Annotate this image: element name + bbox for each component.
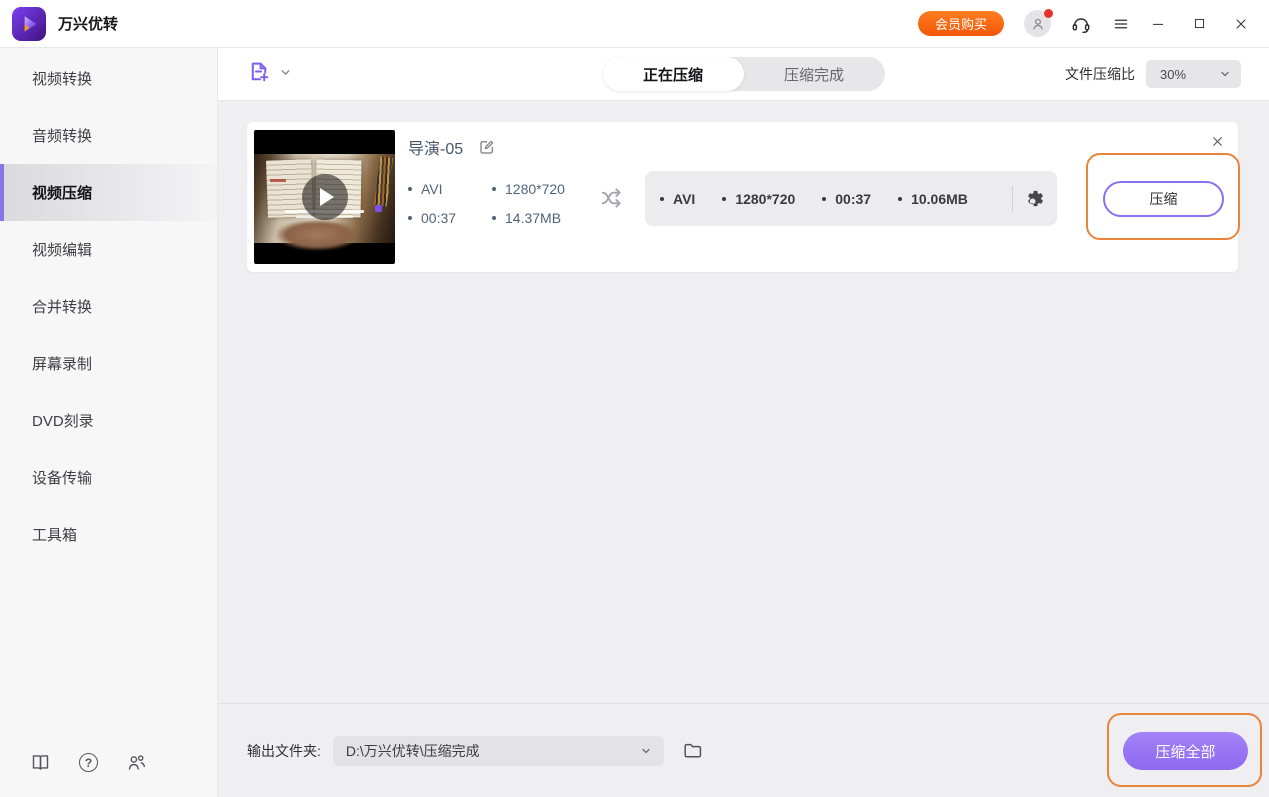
target-duration: 00:37 xyxy=(822,191,871,207)
target-format: AVI xyxy=(660,191,695,207)
source-size: 14.37MB xyxy=(492,203,565,232)
add-file-icon xyxy=(246,60,271,88)
compression-ratio-group: 文件压缩比 30% xyxy=(1065,60,1241,88)
maximize-button[interactable] xyxy=(1192,16,1207,31)
rename-edit-icon[interactable] xyxy=(478,138,496,156)
sidebar-footer: ? xyxy=(30,752,147,773)
target-resolution: 1280*720 xyxy=(722,191,795,207)
status-tabs: 正在压缩 压缩完成 xyxy=(602,57,885,91)
output-folder-path: D:\万兴优转\压缩完成 xyxy=(345,742,480,759)
source-resolution: 1280*720 xyxy=(492,174,565,203)
compress-button[interactable]: 压缩 xyxy=(1103,181,1224,217)
task-card: 导演-05 AVI 1280*720 00:37 14.37MB AVI 128… xyxy=(247,122,1240,272)
close-button[interactable] xyxy=(1233,16,1249,32)
source-duration: 00:37 xyxy=(408,203,492,232)
titlebar-actions: 会员购买 xyxy=(917,9,1253,37)
sidebar-item-video-edit[interactable]: 视频编辑 xyxy=(0,221,217,278)
minimize-button[interactable] xyxy=(1150,16,1166,32)
compression-ratio-label: 文件压缩比 xyxy=(1065,66,1135,82)
compression-ratio-select[interactable]: 30% xyxy=(1146,60,1241,88)
chevron-down-icon xyxy=(1219,68,1231,80)
target-size: 10.06MB xyxy=(898,191,968,207)
play-icon[interactable] xyxy=(301,174,348,220)
support-headset-icon[interactable] xyxy=(1070,13,1092,35)
toolbar: 正在压缩 压缩完成 文件压缩比 30% xyxy=(218,48,1269,101)
task-title: 导演-05 xyxy=(408,141,464,158)
community-icon[interactable] xyxy=(126,752,147,773)
menu-icon[interactable] xyxy=(1112,15,1130,33)
app-logo-icon xyxy=(12,6,46,41)
sidebar-item-video-compress[interactable]: 视频压缩 xyxy=(0,164,217,221)
convert-shuffle-icon xyxy=(599,185,626,210)
output-folder-select[interactable]: D:\万兴优转\压缩完成 xyxy=(332,735,664,766)
chevron-down-icon xyxy=(640,745,652,757)
add-file-button[interactable] xyxy=(246,60,292,88)
titlebar: 万兴优转 会员购买 xyxy=(0,0,1269,48)
help-icon[interactable]: ? xyxy=(79,753,98,772)
sidebar-item-merge-convert[interactable]: 合并转换 xyxy=(0,278,217,335)
open-folder-icon[interactable] xyxy=(682,740,704,762)
task-title-row: 导演-05 xyxy=(408,135,496,159)
sidebar-item-device-transfer[interactable]: 设备传输 xyxy=(0,449,217,506)
task-list-area: 导演-05 AVI 1280*720 00:37 14.37MB AVI 128… xyxy=(218,101,1269,703)
source-format: AVI xyxy=(408,174,492,203)
sidebar-item-audio-convert[interactable]: 音频转换 xyxy=(0,107,217,164)
app-title: 万兴优转 xyxy=(58,16,119,33)
settings-gear-icon[interactable] xyxy=(1026,189,1045,208)
sidebar-item-dvd-burn[interactable]: DVD刻录 xyxy=(0,392,217,449)
app-window: 万兴优转 会员购买 视频转换 音频转换 视频压缩 视频编辑 合并转换 屏幕录制 … xyxy=(0,0,1269,797)
user-avatar[interactable] xyxy=(1024,9,1053,37)
main-panel: 正在压缩 压缩完成 文件压缩比 30% 导演-05 AVI 1280*720 0… xyxy=(218,48,1269,797)
target-info: AVI 1280*720 00:37 10.06MB xyxy=(645,171,1057,226)
remove-task-icon[interactable] xyxy=(1210,134,1225,149)
output-folder-label: 输出文件夹: xyxy=(247,742,321,759)
sidebar: 视频转换 音频转换 视频压缩 视频编辑 合并转换 屏幕录制 DVD刻录 设备传输… xyxy=(0,48,218,797)
video-thumbnail[interactable] xyxy=(254,130,395,264)
sidebar-item-screen-record[interactable]: 屏幕录制 xyxy=(0,335,217,392)
source-info: AVI 1280*720 00:37 14.37MB xyxy=(408,174,565,232)
user-guide-book-icon[interactable] xyxy=(30,752,51,773)
sidebar-item-video-convert[interactable]: 视频转换 xyxy=(0,50,217,107)
sidebar-item-toolbox[interactable]: 工具箱 xyxy=(0,506,217,563)
tab-compressing[interactable]: 正在压缩 xyxy=(602,57,744,91)
buy-membership-button[interactable]: 会员购买 xyxy=(917,11,1004,36)
notification-badge xyxy=(1044,9,1053,18)
chevron-down-icon xyxy=(279,66,292,82)
divider xyxy=(1012,185,1013,212)
tab-completed[interactable]: 压缩完成 xyxy=(744,57,885,91)
compress-all-button[interactable]: 压缩全部 xyxy=(1123,732,1248,770)
footer-bar: 输出文件夹: D:\万兴优转\压缩完成 压缩全部 xyxy=(218,703,1269,797)
